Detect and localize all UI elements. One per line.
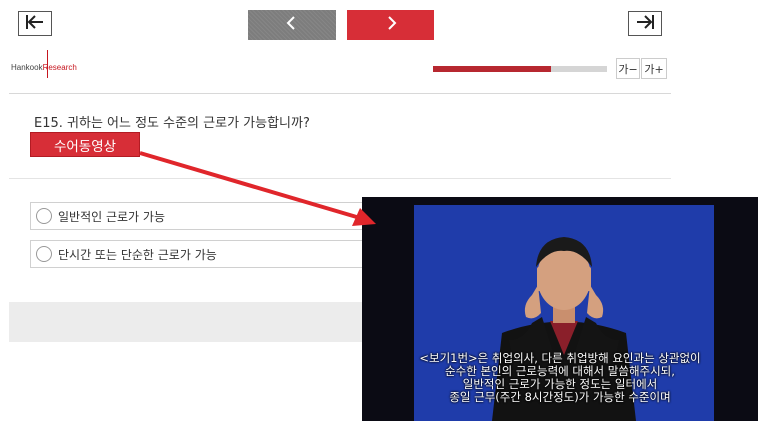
font-decrease-button[interactable]: 가− <box>616 58 640 79</box>
next-button[interactable] <box>347 10 434 40</box>
progress-bar <box>433 66 607 72</box>
question-divider <box>9 178 671 179</box>
last-page-button[interactable] <box>628 11 662 36</box>
hankook-research-logo: HankookResearch <box>11 63 77 75</box>
first-page-icon <box>25 14 45 34</box>
previous-button[interactable] <box>248 10 336 40</box>
option-1[interactable]: 일반적인 근로가 가능 <box>30 202 375 230</box>
first-page-button[interactable] <box>18 11 52 36</box>
font-increase-label: 가+ <box>644 62 664 76</box>
logo-mark <box>47 50 48 78</box>
option-2[interactable]: 단시간 또는 단순한 근로가 가능 <box>30 240 375 268</box>
radio-button-icon[interactable] <box>36 246 52 262</box>
last-page-icon <box>635 14 655 34</box>
chevron-right-icon <box>384 15 398 35</box>
header-divider <box>9 93 671 94</box>
sign-language-video-button[interactable]: 수어동영상 <box>30 132 140 157</box>
option-2-label: 단시간 또는 단순한 근로가 가능 <box>58 247 217 262</box>
font-decrease-label: 가− <box>618 62 638 76</box>
chevron-left-icon <box>285 15 299 35</box>
question-text: E15. 귀하는 어느 정도 수준의 근로가 가능합니까? <box>34 116 310 131</box>
radio-button-icon[interactable] <box>36 208 52 224</box>
subtitle-line: 종일 근무(주간 8시간정도)가 가능한 수준이며 <box>449 390 671 404</box>
video-subtitles: <보기1번>은 취업의사, 다른 취업방해 요인과는 상관없이 순수한 본인의 … <box>366 352 754 404</box>
option-1-label: 일반적인 근로가 가능 <box>58 209 165 224</box>
font-increase-button[interactable]: 가+ <box>641 58 667 79</box>
sign-language-video-player[interactable]: <보기1번>은 취업의사, 다른 취업방해 요인과는 상관없이 순수한 본인의 … <box>362 197 758 421</box>
logo-text-hankook: Hankook <box>11 63 43 72</box>
progress-fill <box>433 66 552 72</box>
